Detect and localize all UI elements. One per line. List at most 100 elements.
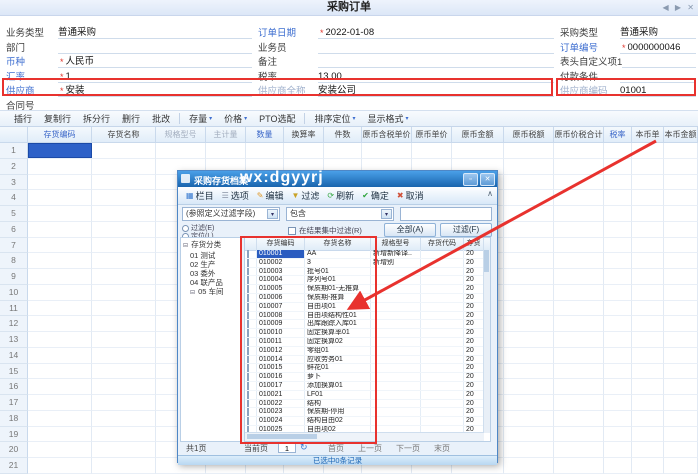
list-cell[interactable] <box>421 408 464 416</box>
list-cell[interactable]: 新增别 <box>371 259 421 267</box>
list-cell[interactable]: LF01 <box>305 391 371 399</box>
filter-in-result-checkbox[interactable]: 在结果集中过滤(R) <box>288 225 362 236</box>
list-cell[interactable] <box>371 364 421 372</box>
grid-cell[interactable] <box>664 143 698 159</box>
grid-header-cell[interactable]: 存货编码 <box>28 127 92 143</box>
list-cell[interactable]: 010003 <box>257 268 305 276</box>
grid-cell[interactable] <box>92 364 156 380</box>
grid-cell[interactable] <box>92 379 156 395</box>
grid-cell[interactable] <box>284 143 324 159</box>
row-number[interactable]: 2 <box>0 159 28 175</box>
list-cell[interactable]: 零组01 <box>305 347 371 355</box>
grid-cell[interactable] <box>664 364 698 380</box>
checkbox-icon[interactable] <box>247 294 249 302</box>
checkbox-icon[interactable] <box>247 259 249 267</box>
grid-cell[interactable] <box>28 395 92 411</box>
grid-cell[interactable] <box>504 222 554 238</box>
grid-cell[interactable] <box>28 316 92 332</box>
list-cell[interactable] <box>371 408 421 416</box>
list-cell[interactable] <box>421 329 464 337</box>
list-cell[interactable]: 010010 <box>257 329 305 337</box>
grid-cell[interactable] <box>504 269 554 285</box>
grid-cell[interactable] <box>554 348 604 364</box>
list-cell[interactable]: 应收劳务01 <box>305 356 371 364</box>
checkbox-icon[interactable] <box>247 382 249 390</box>
grid-cell[interactable] <box>92 222 156 238</box>
grid-cell[interactable] <box>206 143 246 159</box>
grid-header-cell[interactable]: 主计量 <box>206 127 246 143</box>
grid-cell[interactable] <box>664 411 698 427</box>
list-cell[interactable]: 序列号01 <box>305 276 371 284</box>
grid-header-cell[interactable]: 原币金额 <box>452 127 504 143</box>
row-checkbox-cell[interactable] <box>245 417 257 425</box>
row-checkbox-cell[interactable] <box>245 268 257 276</box>
grid-header-cell[interactable]: 原币价税合计 <box>554 127 604 143</box>
list-item[interactable]: 010021LF0120 <box>245 391 484 400</box>
list-item[interactable]: 010016萝卜20 <box>245 373 484 382</box>
chevron-down-icon[interactable]: ▾ <box>267 209 278 219</box>
list-cell[interactable]: 自由项01 <box>305 303 371 311</box>
row-checkbox-cell[interactable] <box>245 312 257 320</box>
grid-cell[interactable] <box>156 143 206 159</box>
grid-cell[interactable] <box>664 238 698 254</box>
row-checkbox-cell[interactable] <box>245 276 257 284</box>
grid-cell[interactable] <box>632 190 664 206</box>
grid-cell[interactable] <box>92 253 156 269</box>
toolbar-button[interactable]: 排序定位▾ <box>308 112 361 125</box>
list-cell[interactable] <box>421 347 464 355</box>
grid-header-cell[interactable] <box>0 127 28 143</box>
grid-cell[interactable] <box>504 206 554 222</box>
grid-header-cell[interactable]: 原币含税单价 <box>362 127 412 143</box>
list-cell[interactable]: 010001 <box>257 250 305 258</box>
list-cell[interactable]: 20 <box>464 303 484 311</box>
tree-root[interactable]: ⊟ 存货分类 <box>181 240 241 251</box>
grid-cell[interactable] <box>604 427 632 443</box>
checkbox-icon[interactable] <box>247 417 249 425</box>
list-item[interactable]: 010006保质期-推算20 <box>245 294 484 303</box>
list-cell[interactable]: 保质期-停用 <box>305 408 371 416</box>
grid-cell[interactable] <box>504 316 554 332</box>
grid-cell[interactable] <box>554 411 604 427</box>
grid-cell[interactable] <box>92 206 156 222</box>
row-number[interactable]: 3 <box>0 175 28 191</box>
grid-cell[interactable] <box>554 175 604 191</box>
checkbox-icon[interactable] <box>247 408 249 416</box>
list-cell[interactable] <box>421 320 464 328</box>
row-number[interactable]: 20 <box>0 442 28 458</box>
grid-cell[interactable] <box>504 427 554 443</box>
list-cell[interactable] <box>371 373 421 381</box>
grid-cell[interactable] <box>504 238 554 254</box>
list-cell[interactable]: 20 <box>464 312 484 320</box>
grid-cell[interactable] <box>632 364 664 380</box>
filter-field-select[interactable]: (参照定义过滤字段) ▾ <box>182 207 280 221</box>
list-cell[interactable]: 20 <box>464 373 484 381</box>
dialog-toolbar-button[interactable]: ✎编辑 <box>253 189 288 202</box>
row-number[interactable]: 5 <box>0 206 28 222</box>
tree-item[interactable]: ⊟ 05 车间 <box>181 287 241 298</box>
dialog-toolbar-button[interactable]: ✔确定 <box>358 189 393 202</box>
grid-header-cell[interactable]: 存货名称 <box>92 127 156 143</box>
row-number[interactable]: 1 <box>0 143 28 159</box>
grid-cell[interactable] <box>554 379 604 395</box>
list-item[interactable]: 010008自由项结构性0120 <box>245 312 484 321</box>
grid-cell[interactable] <box>604 458 632 474</box>
grid-cell[interactable] <box>554 332 604 348</box>
grid-header-cell[interactable]: 原币单价 <box>412 127 452 143</box>
list-cell[interactable]: 20 <box>464 347 484 355</box>
toolbar-button[interactable]: 存量▾ <box>183 112 218 125</box>
grid-cell[interactable] <box>632 206 664 222</box>
grid-cell[interactable] <box>664 253 698 269</box>
grid-cell[interactable] <box>28 411 92 427</box>
filter-value-input[interactable] <box>400 207 492 221</box>
chevron-down-icon[interactable]: ▾ <box>381 209 392 219</box>
tree-item[interactable]: 03 委外 <box>181 269 241 278</box>
list-cell[interactable]: 010006 <box>257 294 305 302</box>
grid-cell[interactable] <box>632 222 664 238</box>
back-icon[interactable]: ◀ <box>663 3 669 12</box>
list-cell[interactable]: 保质期01-无推算 <box>305 285 371 293</box>
dialog-toolbar-button[interactable]: ▼过滤 <box>287 189 323 202</box>
grid-cell[interactable] <box>604 143 632 159</box>
grid-header-cell[interactable]: 本币单价 <box>632 127 664 143</box>
row-checkbox-cell[interactable] <box>245 338 257 346</box>
grid-cell[interactable] <box>632 458 664 474</box>
